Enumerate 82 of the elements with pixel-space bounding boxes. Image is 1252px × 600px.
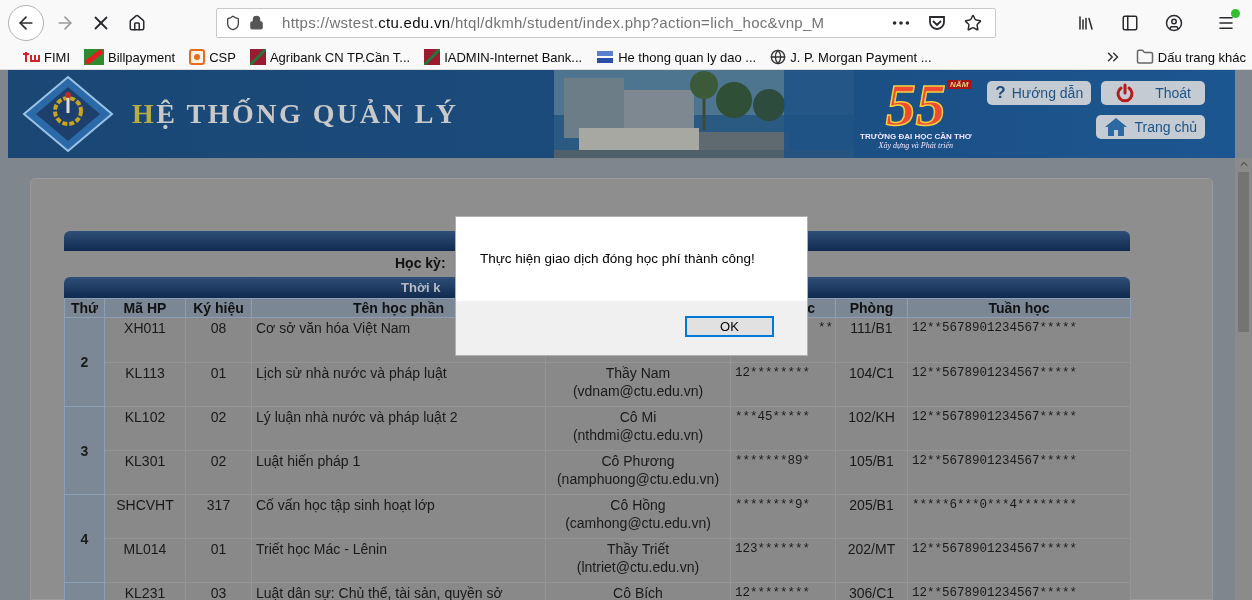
table-cell: Cố vấn học tập sinh hoạt lớp <box>251 494 546 539</box>
table-cell: 111/B1 <box>835 317 908 363</box>
shield-icon <box>225 14 241 31</box>
table-cell: 02 <box>185 450 252 495</box>
table-cell: KL113 <box>104 362 186 407</box>
semester-label: Học kỳ: <box>395 255 446 271</box>
table-cell: 123******* <box>730 538 836 583</box>
table-cell: 12**5678901234567***** <box>907 406 1131 451</box>
dialog-message: Thực hiện giao dịch đóng học phí thành công! <box>479 250 756 268</box>
address-bar[interactable]: https://wstest.ctu.edu.vn/htql/dkmh/student/index.php?action=lich_hoc&vnp_M <box>216 7 996 38</box>
logo-icon <box>84 49 104 65</box>
back-button[interactable] <box>8 4 44 41</box>
table-cell: Triết học Mác - Lênin <box>251 538 546 583</box>
help-icon: ? <box>995 83 1006 103</box>
table-cell: *****6***0***4******** <box>907 494 1131 539</box>
table-cell: 12**5678901234567***** <box>907 362 1131 407</box>
logo-icon <box>22 50 40 64</box>
bookmark-item[interactable]: CSP <box>189 49 236 65</box>
table-cell: 105/B1 <box>835 450 908 495</box>
table-cell: ********9* <box>730 494 836 539</box>
table-cell: Cô Phương (namphuong@ctu.edu.vn) <box>545 450 731 495</box>
logo-icon <box>189 49 206 65</box>
table-cell: KL301 <box>104 450 186 495</box>
table-cell: 01 <box>185 362 252 407</box>
ok-button[interactable]: OK <box>685 316 774 337</box>
table-cell: *******89* <box>730 450 836 495</box>
column-header: Thứ <box>64 298 105 318</box>
bookmark-item[interactable]: He thong quan ly dao ... <box>596 49 757 65</box>
table-cell: 205/B1 <box>835 494 908 539</box>
bookmark-item[interactable]: FIMI <box>22 49 70 65</box>
column-header: Mã HP <box>104 298 186 318</box>
system-title: HỆ THỐNG QUẢN LÝ <box>132 98 459 130</box>
bookmark-item[interactable]: IADMIN-Internet Bank... <box>424 49 583 65</box>
table-cell: Thầy Triết (lntriet@ctu.edu.vn) <box>545 538 731 583</box>
table-cell: 02 <box>185 406 252 451</box>
table-cell: 3 <box>64 406 105 495</box>
table-cell: 12**5678901234567***** <box>907 538 1131 583</box>
column-header: Phòng <box>835 298 908 318</box>
table-cell: ***45***** <box>730 406 836 451</box>
globe-icon <box>770 49 787 65</box>
table-cell: 08 <box>185 317 252 363</box>
logo-icon <box>596 50 615 64</box>
table-cell: 01 <box>185 538 252 583</box>
home-button[interactable]: Trang chủ <box>1096 115 1205 139</box>
table-cell: Luật hiến pháp 1 <box>251 450 546 495</box>
table-cell: 202/MT <box>835 538 908 583</box>
table-cell: 2 <box>64 317 105 407</box>
logo-icon <box>249 49 266 65</box>
table-cell: XH011 <box>104 317 186 363</box>
column-header: Tuần học <box>907 298 1131 318</box>
table-cell: 317 <box>185 494 252 539</box>
scrollbar-track[interactable] <box>1235 158 1252 600</box>
bookmark-item[interactable]: Billpayment <box>84 49 176 65</box>
table-cell: Lý luận nhà nước và pháp luật 2 <box>251 406 546 451</box>
logo-icon <box>424 49 441 65</box>
table-cell: 102/KH <box>835 406 908 451</box>
table-cell: Lịch sử nhà nước và pháp luật <box>251 362 546 407</box>
bookmark-item[interactable]: Agribank CN TP.Cần T... <box>249 49 411 65</box>
url-text: https://wstest.ctu.edu.vn/htql/dkmh/student/index.php?action=lich_hoc&vnp_M <box>282 14 826 31</box>
logout-button[interactable]: Thoát <box>1101 81 1205 105</box>
table-cell: 4 <box>64 494 105 583</box>
lock-icon <box>249 15 264 30</box>
table-cell: 12**5678901234567***** <box>907 317 1131 363</box>
home-icon <box>1104 117 1129 137</box>
table-cell: 104/C1 <box>835 362 908 407</box>
power-icon <box>1115 83 1136 103</box>
table-cell: SHCVHT <box>104 494 186 539</box>
table-cell: KL102 <box>104 406 186 451</box>
table-cell: Cô Mi (nthdmi@ctu.edu.vn) <box>545 406 731 451</box>
bookmark-item[interactable]: J. P. Morgan Payment ... <box>770 49 932 65</box>
table-cell: Cô Hồng (camhong@ctu.edu.vn) <box>545 494 731 539</box>
folder-icon <box>1135 48 1154 66</box>
column-header: Ký hiệu <box>185 298 252 318</box>
help-button[interactable]: ? Hướng dẫn <box>987 81 1092 105</box>
bookmark-folder[interactable]: Dấu trang khác <box>1135 48 1246 66</box>
university-logo-icon <box>22 75 114 153</box>
section-title: Thời k <box>401 280 441 295</box>
table-cell: 12******** <box>730 362 836 407</box>
table-cell: ML014 <box>104 538 186 583</box>
table-cell: Thầy Nam (vdnam@ctu.edu.vn) <box>545 362 731 407</box>
house-icon <box>128 13 146 32</box>
table-cell: 12**5678901234567***** <box>907 450 1131 495</box>
